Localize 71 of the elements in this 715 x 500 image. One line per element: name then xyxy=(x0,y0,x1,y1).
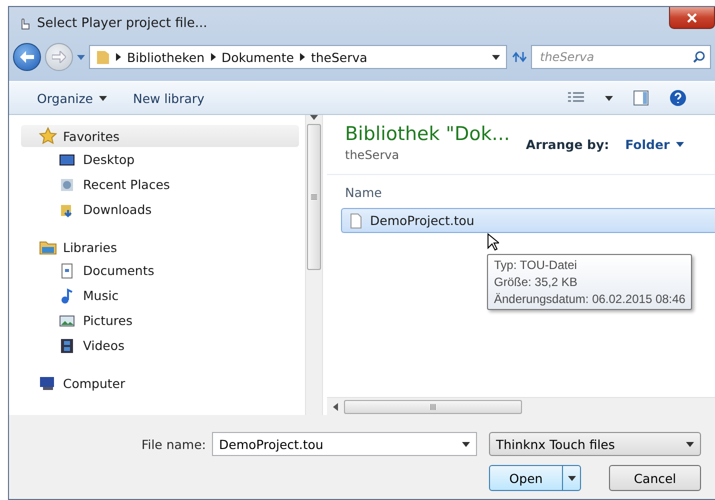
document-icon xyxy=(59,262,75,278)
toolbar-button[interactable]: New library xyxy=(133,90,204,106)
organize-menu[interactable]: Organize xyxy=(37,90,107,106)
arrange-dropdown[interactable]: Folder xyxy=(625,137,684,152)
file-icon xyxy=(350,212,362,228)
file-name-field[interactable]: DemoProject.tou xyxy=(212,432,477,456)
back-button[interactable] xyxy=(13,43,41,71)
music-note-icon xyxy=(59,288,75,304)
star-icon xyxy=(39,127,57,145)
scroll-left-icon xyxy=(333,402,338,410)
sidebar-group[interactable]: Libraries xyxy=(21,236,299,258)
computer-icon xyxy=(39,375,57,391)
cancel-button[interactable]: Cancel xyxy=(609,465,701,491)
arrow-right-icon xyxy=(52,51,66,63)
column-header[interactable]: Name xyxy=(327,175,715,208)
caret-icon xyxy=(462,442,470,446)
file-name-label: File name: xyxy=(141,436,206,452)
tooltip-line: Größe: 35,2 KB xyxy=(494,275,578,289)
sidebar-item[interactable]: Videos xyxy=(21,333,305,358)
window-title: Select Player project file... xyxy=(37,16,208,30)
search-icon xyxy=(693,51,705,63)
arrange-by-label: Arrange by: xyxy=(526,137,610,152)
search-field[interactable]: theServa xyxy=(531,45,711,69)
open-button[interactable]: Open xyxy=(489,465,581,491)
grip-icon xyxy=(430,404,436,410)
address-field[interactable]: Bibliotheken Dokumente theServa xyxy=(89,45,507,69)
breadcrumb-item[interactable]: Bibliotheken xyxy=(127,50,204,64)
film-icon xyxy=(59,338,75,354)
chevron-right-icon xyxy=(116,53,121,61)
refresh-arrows-icon[interactable] xyxy=(511,51,527,63)
view-list-icon[interactable] xyxy=(567,91,585,105)
horizontal-scrollbar[interactable] xyxy=(327,397,715,415)
folder-icon xyxy=(39,239,57,255)
caret-icon xyxy=(99,96,107,100)
arrow-left-icon xyxy=(20,51,34,63)
scroll-thumb[interactable] xyxy=(344,400,522,414)
chevron-right-icon xyxy=(210,53,216,61)
caret-icon xyxy=(568,476,576,480)
sidebar-group[interactable]: Favorites xyxy=(21,125,299,147)
sidebar-group[interactable]: Computer xyxy=(21,372,299,394)
chevron-right-icon xyxy=(300,53,305,61)
sidebar-item[interactable]: Documents xyxy=(21,258,305,283)
file-row[interactable]: DemoProject.tou xyxy=(341,208,715,233)
help-icon[interactable] xyxy=(669,89,687,107)
vertical-scrollbar[interactable] xyxy=(305,115,323,415)
monitor-icon xyxy=(59,152,75,168)
file-type-dropdown[interactable]: Thinknx Touch files xyxy=(489,432,701,456)
tooltip-line: Typ: TOU-Datei xyxy=(494,258,578,272)
sidebar-item[interactable]: Recent Places xyxy=(21,172,305,197)
library-subtitle: theServa xyxy=(345,148,400,162)
breadcrumb-item[interactable]: theServa xyxy=(310,50,368,64)
scroll-thumb[interactable] xyxy=(307,124,321,270)
tooltip-line: Änderungsdatum: 06.02.2015 08:46 xyxy=(494,292,686,306)
mouse-cursor-icon xyxy=(487,233,499,251)
close-button[interactable] xyxy=(669,7,715,29)
preview-pane-icon[interactable] xyxy=(633,90,649,106)
picture-icon xyxy=(59,312,75,328)
breadcrumb-item[interactable]: Dokumente xyxy=(222,50,294,64)
grip-icon xyxy=(311,194,317,200)
caret-icon xyxy=(686,442,694,446)
sidebar-item[interactable]: Desktop xyxy=(21,147,305,172)
folder-icon xyxy=(96,49,110,65)
view-caret-icon xyxy=(605,96,613,100)
close-icon xyxy=(687,12,697,22)
history-caret-icon xyxy=(77,54,85,60)
caret-icon xyxy=(676,142,684,147)
sidebar-item[interactable]: Music xyxy=(21,283,305,308)
dropdown-caret-icon xyxy=(492,54,500,60)
sidebar-item[interactable]: Pictures xyxy=(21,308,305,333)
library-title: Bibliothek "Dok... xyxy=(345,123,510,145)
sidebar-item[interactable]: Downloads xyxy=(21,197,305,222)
